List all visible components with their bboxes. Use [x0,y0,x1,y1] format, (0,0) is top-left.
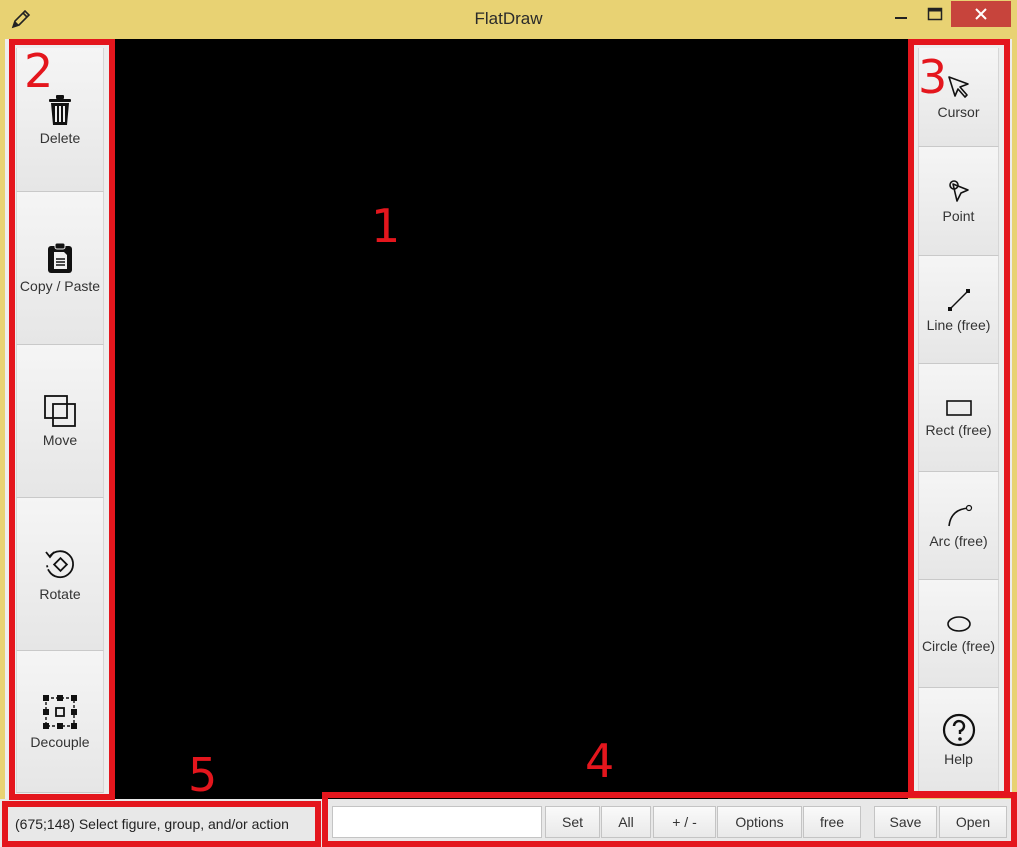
move-icon [44,395,76,427]
all-button[interactable]: All [601,806,651,838]
rotate-label: Rotate [39,586,81,602]
move-label: Move [42,432,78,448]
close-button[interactable] [951,1,1011,27]
help-button[interactable]: Help [918,688,999,792]
point-icon [948,180,969,202]
plus-minus-button[interactable]: + / - [653,806,716,838]
rect-label: Rect (free) [925,421,992,438]
annotation-label-4: 4 [585,734,615,788]
copy-paste-button[interactable]: Copy / Paste [16,192,104,345]
point-label: Point [942,208,975,224]
cursor-icon [947,76,969,98]
status-message: (675;148) Select figure, group, and/or a… [15,816,289,832]
decouple-icon [43,694,77,729]
maximize-icon [927,7,943,21]
window-title: FlatDraw [474,9,543,28]
rotate-icon [45,550,74,579]
annotation-label-5: 5 [188,748,218,802]
circle-label: Circle (free) [921,637,996,654]
line-label: Line (free) [926,316,991,333]
copy-paste-label: Copy / Paste [19,278,101,294]
annotation-label-2: 2 [24,44,54,98]
circle-icon [946,615,971,632]
point-tool-button[interactable]: Point [918,147,999,256]
save-button[interactable]: Save [874,806,937,838]
cursor-label: Cursor [937,104,980,120]
line-icon [947,288,970,311]
annotation-label-1: 1 [371,199,401,253]
circle-tool-button[interactable]: Circle (free) [918,580,999,688]
decouple-button[interactable]: Decouple [16,651,104,793]
options-button[interactable]: Options [717,806,802,838]
minimize-icon [895,17,907,19]
rect-tool-button[interactable]: Rect (free) [918,364,999,472]
maximize-button[interactable] [922,2,948,26]
help-label: Help [944,750,973,767]
arc-tool-button[interactable]: Arc (free) [918,472,999,580]
drawing-canvas[interactable] [114,39,908,799]
trash-icon [49,94,71,125]
clipboard-icon [48,242,72,273]
decouple-label: Decouple [30,733,90,750]
delete-label: Delete [39,129,81,146]
free-button[interactable]: free [803,806,861,838]
title-bar: FlatDraw [0,0,1017,38]
arc-label: Arc (free) [929,532,988,549]
annotation-label-3: 3 [918,50,948,104]
rotate-button[interactable]: Rotate [16,498,104,651]
minimize-button[interactable] [888,2,914,26]
close-icon [975,8,987,20]
rect-icon [945,399,972,416]
open-button[interactable]: Open [939,806,1007,838]
value-input[interactable] [332,806,542,838]
help-icon [942,713,975,746]
set-button[interactable]: Set [545,806,600,838]
line-tool-button[interactable]: Line (free) [918,256,999,364]
move-button[interactable]: Move [16,345,104,498]
arc-icon [947,504,972,526]
